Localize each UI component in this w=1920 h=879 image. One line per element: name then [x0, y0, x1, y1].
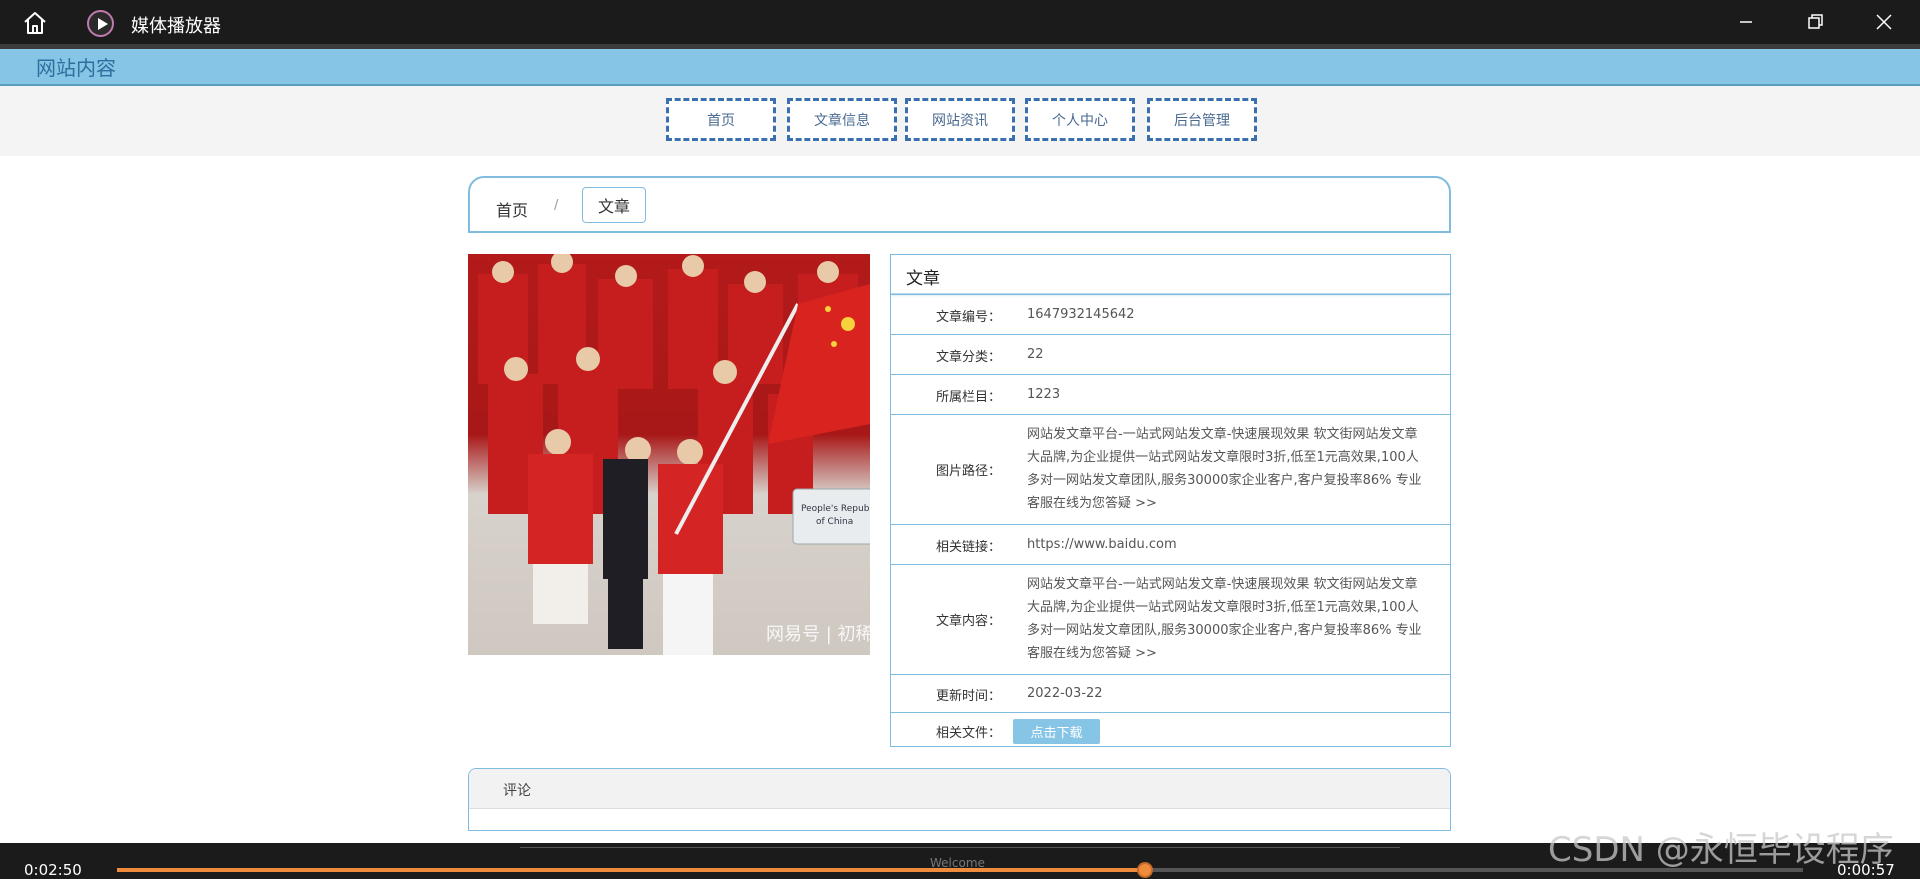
row-article-id: 文章编号： 1647932145642	[891, 294, 1450, 334]
nav-news[interactable]: 网站资讯	[905, 98, 1015, 141]
download-button[interactable]: 点击下载	[1013, 719, 1100, 744]
article-detail-panel: 文章 文章编号： 1647932145642 文章分类： 22 所属栏目： 12…	[890, 254, 1451, 747]
comments-panel: 评论	[468, 768, 1451, 831]
footer-divider	[520, 847, 1400, 848]
row-label: 更新时间：	[935, 689, 1001, 704]
row-label: 相关链接：	[935, 540, 1001, 555]
row-content: 文章内容： 网站发文章平台-一站式网站发文章-快速展现效果 软文街网站发文章大品…	[891, 564, 1450, 674]
breadcrumb-current: 文章	[582, 187, 646, 223]
row-category: 文章分类： 22	[891, 334, 1450, 374]
row-value: 网站发文章平台-一站式网站发文章-快速展现效果 软文街网站发文章大品牌,为企业提…	[1027, 577, 1422, 661]
row-image-path: 图片路径： 网站发文章平台-一站式网站发文章-快速展现效果 软文街网站发文章大品…	[891, 414, 1450, 524]
row-label: 文章内容：	[935, 614, 1001, 629]
row-updated: 更新时间： 2022-03-22	[891, 674, 1450, 712]
row-value: 2022-03-22	[1027, 686, 1103, 701]
svg-text:of China: of China	[816, 517, 853, 527]
row-link-value[interactable]: https://www.baidu.com	[1027, 533, 1427, 556]
main-nav: 首页 文章信息 网站资讯 个人中心 后台管理	[0, 86, 1920, 156]
sign-text: People's Republi	[801, 504, 870, 514]
nav-admin[interactable]: 后台管理	[1147, 98, 1257, 141]
breadcrumb: 首页 / 文章	[468, 176, 1451, 233]
comments-heading: 评论	[503, 783, 531, 799]
row-file: 相关文件： 点击下载	[891, 712, 1450, 748]
row-link: 相关链接： https://www.baidu.com	[891, 524, 1450, 564]
photo-watermark: 网易号 | 初稀	[766, 624, 870, 645]
detail-heading-text: 文章	[906, 269, 940, 289]
olympic-parade-photo: People's Republi of China 网易号 | 初稀	[468, 254, 870, 655]
breadcrumb-home[interactable]: 首页	[496, 197, 528, 221]
minimize-icon[interactable]	[1734, 10, 1758, 34]
row-label: 图片路径：	[935, 464, 1001, 479]
player-titlebar: 媒体播放器	[0, 0, 1920, 44]
nav-profile[interactable]: 个人中心	[1025, 98, 1135, 141]
article-image: People's Republi of China 网易号 | 初稀	[468, 254, 870, 655]
row-label: 所属栏目：	[935, 390, 1001, 405]
row-column: 所属栏目： 1223	[891, 374, 1450, 414]
detail-heading: 文章	[891, 255, 1450, 294]
nav-home[interactable]: 首页	[666, 98, 776, 141]
restore-icon[interactable]	[1803, 10, 1827, 34]
home-icon[interactable]	[22, 11, 48, 35]
site-title: 网站内容	[36, 56, 116, 80]
seek-bar-progress	[117, 868, 1146, 872]
row-value: 1223	[1027, 387, 1061, 402]
row-label: 文章编号：	[935, 310, 1001, 325]
row-value: 22	[1027, 347, 1044, 362]
comments-header: 评论	[469, 769, 1450, 809]
media-player-icon	[87, 10, 114, 37]
seek-handle[interactable]	[1137, 862, 1154, 878]
current-time: 0:02:50	[24, 861, 82, 879]
row-value: 网站发文章平台-一站式网站发文章-快速展现效果 软文街网站发文章大品牌,为企业提…	[1027, 427, 1422, 511]
row-label: 相关文件：	[935, 726, 1001, 741]
site-header: 网站内容	[0, 49, 1920, 86]
app-title: 媒体播放器	[131, 16, 221, 37]
row-value: 1647932145642	[1027, 307, 1135, 322]
csdn-watermark: CSDN @永恒毕设程序	[1548, 830, 1894, 870]
nav-articles[interactable]: 文章信息	[787, 98, 897, 141]
close-icon[interactable]	[1872, 10, 1896, 34]
row-label: 文章分类：	[935, 350, 1001, 365]
breadcrumb-separator: /	[554, 198, 559, 213]
